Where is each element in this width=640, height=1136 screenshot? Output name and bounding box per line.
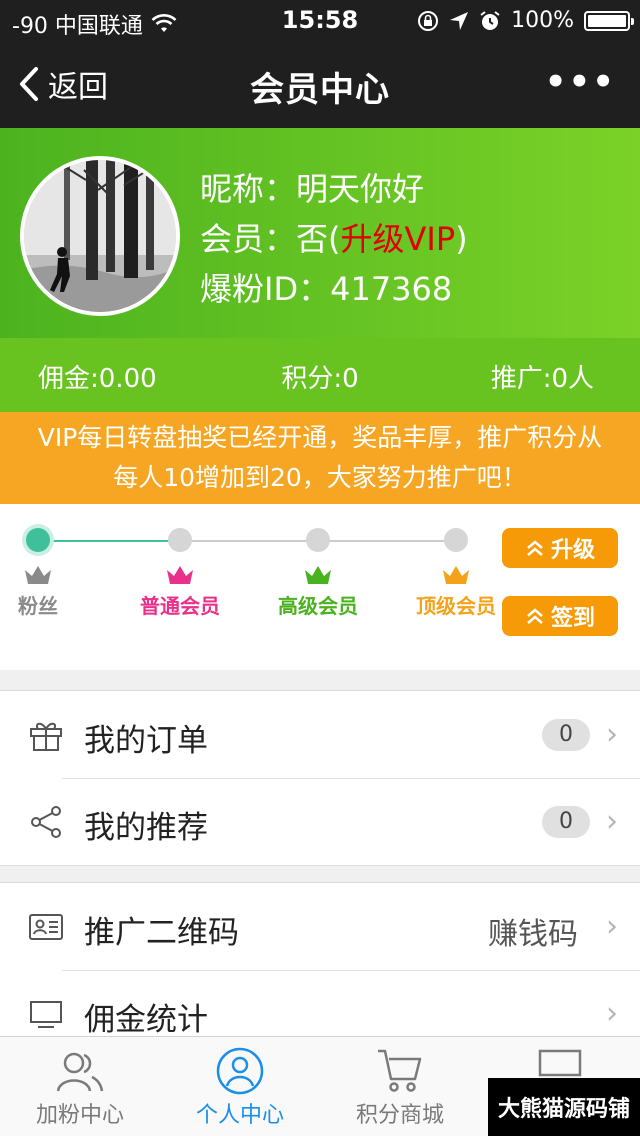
profile-header: 昵称：明天你好 会员：否(升级VIP) 爆粉ID：417368 [0,128,640,338]
notice-banner: VIP每日转盘抽奖已经开通，奖品丰厚，推广积分从 每人10增加到20，大家努力推… [0,412,640,504]
status-bar: -90 中国联通 15:58 100% [0,0,640,40]
my-orders-label: 我的订单 [84,723,208,759]
more-button[interactable]: ••• [545,62,616,102]
rotation-lock-icon [418,10,439,31]
promo-qrcode-value: 赚钱码 [488,917,578,952]
checkin-button-label: 签到 [550,606,595,631]
level-senior-member-dot [306,528,330,552]
level-track-fill [38,540,180,542]
tab-fans-center[interactable]: 加粉中心 [0,1047,160,1129]
notice-line-2: 每人10增加到20，大家努力推广吧！ [113,463,527,492]
nickname-value: 明天你好 [296,170,425,208]
tab-bar: 加粉中心 个人中心 积分商城 大熊猫源码铺 [0,1036,640,1136]
battery-percent: 100% [511,8,574,33]
users-icon [56,1052,104,1092]
crown-icon [305,566,331,584]
nav-bar: 返回 会员中心 ••• [0,40,640,128]
upgrade-button-label: 升级 [550,538,595,563]
commission-stats-label: 佣金统计 [84,1002,208,1038]
chevron-right-icon: › [606,804,618,839]
my-orders-count-badge: 0 [542,719,590,751]
member-label: 会员： [200,220,297,258]
location-icon [450,11,469,30]
tab-points-mall[interactable]: 积分商城 [320,1047,480,1129]
id-card-icon [29,914,63,940]
watermark: 大熊猫源码铺 [488,1078,640,1136]
level-regular-member: 普通会员 [120,564,240,619]
member-value: 否( [296,220,341,258]
crown-icon [25,566,51,584]
level-top-member-label: 顶级会员 [416,594,496,618]
monitor-icon [30,1001,62,1028]
level-senior-member-label: 高级会员 [278,594,358,618]
promotion-stat: 推广:0人 [490,364,594,394]
level-regular-member-label: 普通会员 [140,594,220,618]
person-icon [216,1047,264,1095]
crown-icon [167,566,193,584]
checkin-button[interactable]: 签到 [502,596,618,636]
id-label: 爆粉ID： [200,270,331,308]
member-close: ) [455,220,468,258]
level-top-member-dot [444,528,468,552]
nickname-row: 昵称：明天你好 [200,164,468,214]
upgrade-button[interactable]: 升级 [502,528,618,568]
my-referrals-count-badge: 0 [542,806,590,838]
alarm-icon [480,10,500,30]
level-fans-label: 粉丝 [18,594,58,618]
cart-icon [378,1049,422,1092]
menu-group-orders: 我的订单 0 › 我的推荐 0 › [0,690,640,866]
level-top-member: 顶级会员 [396,564,516,619]
chevron-right-icon: › [606,717,618,752]
profile-info: 昵称：明天你好 会员：否(升级VIP) 爆粉ID：417368 [200,164,468,314]
level-track [38,540,456,542]
double-chevron-up-icon [527,608,543,624]
level-regular-member-dot [168,528,192,552]
tab-personal-center[interactable]: 个人中心 [160,1047,320,1129]
id-row: 爆粉ID：417368 [200,264,468,314]
my-referrals-row[interactable]: 我的推荐 0 › [0,778,640,865]
level-fans: 粉丝 [0,564,98,619]
upgrade-vip-link[interactable]: 升级VIP [341,220,456,258]
id-value: 417368 [330,270,453,308]
share-icon [31,806,61,838]
chevron-right-icon: › [606,909,618,944]
battery-icon [584,10,634,31]
stats-bar: 佣金:0.00 积分:0 推广:0人 [0,338,640,412]
nickname-label: 昵称： [200,170,297,208]
tab-points-mall-label: 积分商城 [355,1103,444,1128]
chevron-right-icon: › [606,996,618,1031]
avatar-image [24,160,176,312]
tab-fans-center-label: 加粉中心 [35,1103,124,1128]
top-bar: -90 中国联通 15:58 100% 返回 会员中心 ••• [0,0,640,128]
menu-group-promotion: 推广二维码 赚钱码 › 佣金统计 › [0,882,640,1058]
my-referrals-label: 我的推荐 [84,810,208,846]
crown-icon [443,566,469,584]
my-orders-row[interactable]: 我的订单 0 › [0,691,640,778]
level-senior-member: 高级会员 [258,564,378,619]
tab-personal-center-label: 个人中心 [195,1103,284,1128]
double-chevron-up-icon [527,540,543,556]
level-fans-dot [26,528,50,552]
member-row: 会员：否(升级VIP) [200,214,468,264]
promo-qrcode-row[interactable]: 推广二维码 赚钱码 › [0,883,640,970]
level-progress-card: 粉丝 普通会员 高级会员 顶级会员 升级 签到 [0,504,640,670]
notice-line-1: VIP每日转盘抽奖已经开通，奖品丰厚，推广积分从 [37,423,603,452]
avatar[interactable] [20,156,180,316]
gift-icon [30,722,62,751]
promo-qrcode-label: 推广二维码 [84,915,239,951]
